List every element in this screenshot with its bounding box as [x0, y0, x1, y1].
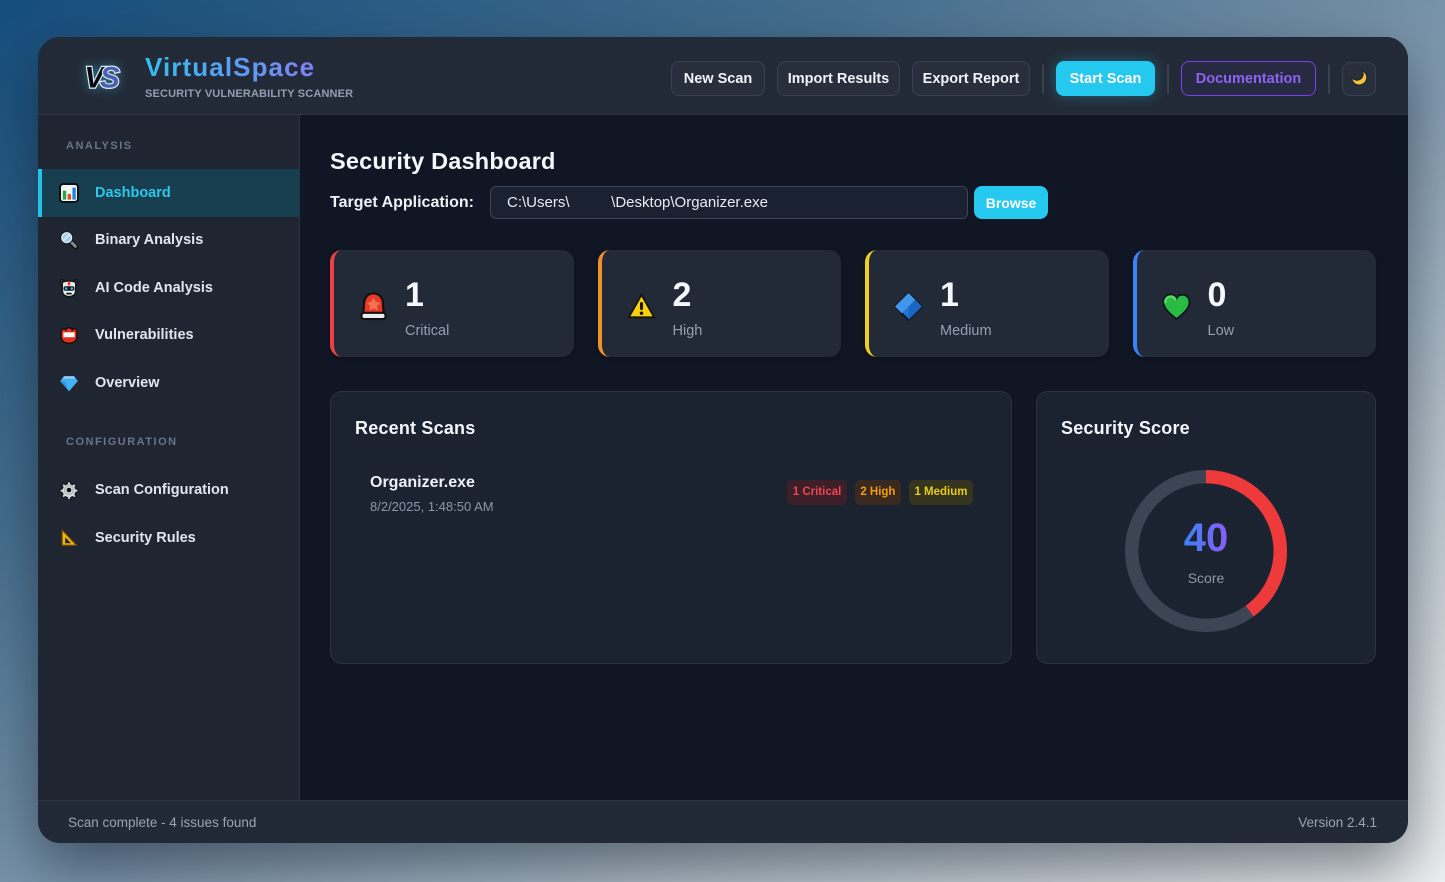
svg-text:S: S: [100, 61, 120, 94]
